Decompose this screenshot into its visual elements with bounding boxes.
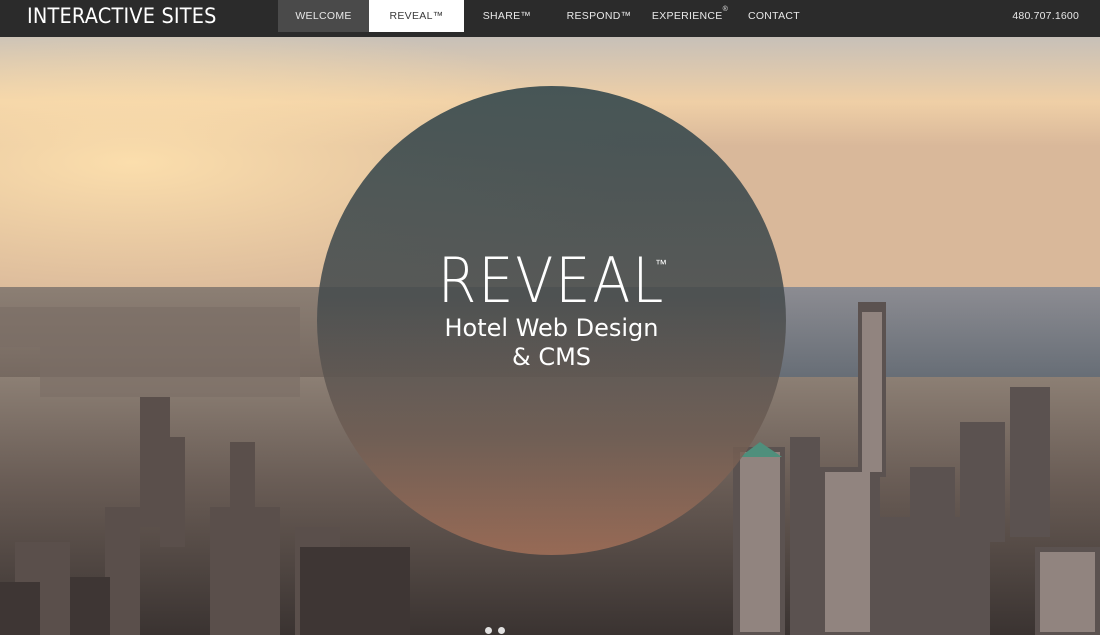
nav-item-experience-label: EXPERIENCE: [651, 10, 723, 22]
nav-item-experience[interactable]: EXPERIENCE®: [648, 0, 732, 32]
hero-circle: REVEAL ™ Hotel Web Design & CMS: [317, 86, 786, 555]
hero-title: REVEAL: [437, 244, 666, 317]
hero-subtitle-line2: & CMS: [511, 343, 592, 371]
nav-item-reveal[interactable]: REVEAL™: [369, 0, 464, 32]
registered-mark: ®: [722, 6, 729, 13]
site-logo[interactable]: INTERACTIVE SITES: [27, 1, 217, 31]
nav-item-share[interactable]: SHARE™: [464, 0, 550, 32]
main-nav: WELCOME REVEAL™ SHARE™ RESPOND™ EXPERIEN…: [278, 0, 816, 32]
nav-item-contact[interactable]: CONTACT: [732, 0, 816, 32]
slider-dot[interactable]: [485, 627, 492, 634]
top-navigation-bar: INTERACTIVE SITES WELCOME REVEAL™ SHARE™…: [0, 0, 1100, 37]
hero-section: REVEAL ™ Hotel Web Design & CMS: [0, 37, 1100, 635]
phone-number[interactable]: 480.707.1600: [1012, 0, 1079, 32]
nav-item-welcome[interactable]: WELCOME: [278, 0, 369, 32]
hero-subtitle-line1: Hotel Web Design: [444, 314, 659, 342]
nav-item-respond[interactable]: RESPOND™: [550, 0, 648, 32]
hero-subtitle: Hotel Web Design & CMS: [317, 314, 786, 372]
slider-dot[interactable]: [498, 627, 505, 634]
slider-dots: [485, 627, 505, 634]
trademark-mark: ™: [655, 257, 667, 271]
